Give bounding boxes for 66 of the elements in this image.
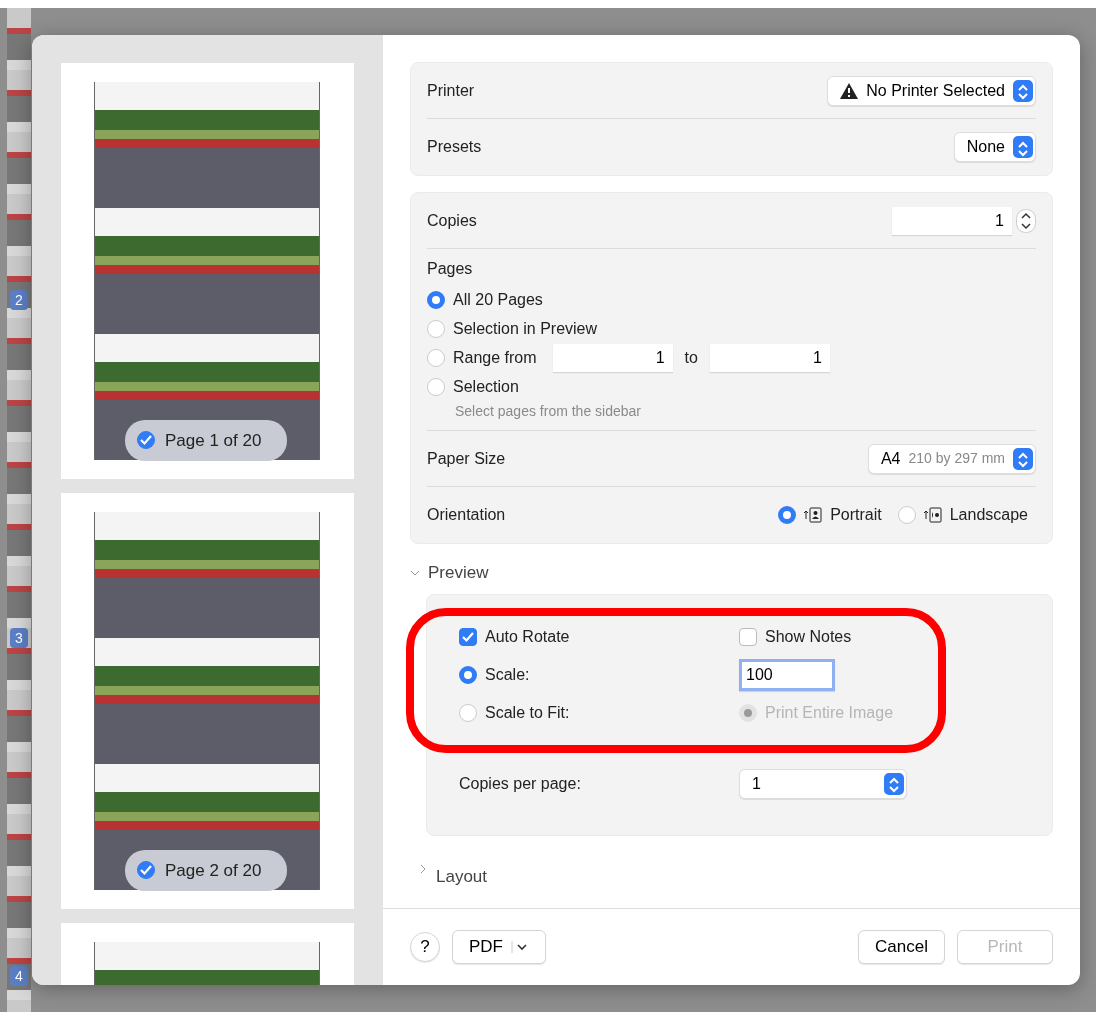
- range-to-label: to: [684, 347, 698, 368]
- updown-icon: [884, 772, 904, 795]
- cancel-button[interactable]: Cancel: [858, 930, 945, 964]
- page-label-text: Page 2 of 20: [165, 859, 262, 882]
- warning-icon: [840, 82, 859, 99]
- field-label: Copies: [427, 210, 477, 231]
- option-label: Scale:: [485, 664, 530, 685]
- radio-button[interactable]: [897, 506, 916, 524]
- page-thumbnail[interactable]: Page 1 of 20: [61, 63, 354, 479]
- presets-popup[interactable]: None: [953, 132, 1036, 162]
- page-label-text: Page 1 of 20: [165, 429, 262, 452]
- option-label: Selection in Preview: [453, 318, 598, 339]
- option-label: Landscape: [949, 505, 1028, 525]
- page-thumbnail[interactable]: Page 2 of 20: [61, 493, 354, 909]
- radio-button[interactable]: [427, 290, 445, 309]
- checkbox[interactable]: [459, 627, 477, 646]
- radio-button[interactable]: [427, 377, 445, 396]
- chevron-icon: [418, 863, 428, 874]
- checkbox[interactable]: [137, 861, 155, 880]
- copies-per-page-popup[interactable]: 1: [739, 768, 907, 799]
- option-label: Selection: [453, 376, 519, 397]
- option-label: Portrait: [830, 505, 882, 525]
- option-label: All 20 Pages: [453, 289, 543, 310]
- printer-popup[interactable]: No Printer Selected: [827, 75, 1036, 106]
- range-from-field[interactable]: 1: [552, 343, 673, 372]
- range-to-field[interactable]: 1: [709, 343, 830, 372]
- copies-field[interactable]: 1: [892, 206, 1012, 235]
- paper-size-popup[interactable]: A4 210 by 297 mm: [867, 443, 1036, 474]
- option-label: Print Entire Image: [765, 702, 894, 723]
- pdf-menu-button[interactable]: PDF: [452, 930, 546, 964]
- checkbox-label: Show Notes: [765, 626, 852, 647]
- field-label: Orientation: [427, 505, 506, 525]
- radio-button[interactable]: [459, 703, 477, 722]
- popup-value: A4: [880, 448, 901, 469]
- help-button[interactable]: ?: [410, 932, 440, 962]
- radio-button[interactable]: [459, 665, 477, 684]
- hint-text: Select pages from the sidebar: [455, 402, 642, 421]
- caret-icon: [511, 939, 529, 955]
- field-label: Copies per page:: [459, 773, 582, 794]
- updown-icon: [1013, 447, 1033, 470]
- portrait-icon: [804, 507, 823, 523]
- page-label[interactable]: Page 1 of 20: [125, 419, 288, 461]
- checkbox[interactable]: [739, 627, 757, 646]
- field-label: Printer: [427, 80, 475, 101]
- option-label: Range from: [453, 347, 537, 368]
- popup-detail: 210 by 297 mm: [908, 449, 1005, 468]
- landscape-icon: [923, 507, 942, 523]
- field-label: Paper Size: [427, 448, 506, 469]
- checkbox[interactable]: [137, 431, 155, 450]
- checkbox-label: Auto Rotate: [485, 626, 570, 647]
- page-number-badge[interactable]: 3: [10, 628, 28, 648]
- page-label[interactable]: Page 2 of 20: [125, 849, 288, 891]
- radio-button[interactable]: [427, 348, 445, 367]
- page-number-badge[interactable]: 2: [10, 290, 28, 310]
- option-label: Scale to Fit:: [485, 702, 570, 723]
- scale-field[interactable]: 100: [739, 658, 835, 691]
- section-toggle[interactable]: Layout: [410, 863, 496, 886]
- field-label: Pages: [427, 259, 474, 279]
- updown-icon: [1013, 79, 1033, 102]
- page-number-badge[interactable]: 4: [10, 966, 28, 986]
- field-label: Presets: [427, 137, 482, 157]
- radio-button[interactable]: [427, 319, 445, 338]
- stepper-icon[interactable]: [1016, 208, 1036, 233]
- radio-button[interactable]: [778, 506, 797, 524]
- updown-icon: [1013, 136, 1033, 158]
- section-toggle[interactable]: Preview: [410, 560, 489, 586]
